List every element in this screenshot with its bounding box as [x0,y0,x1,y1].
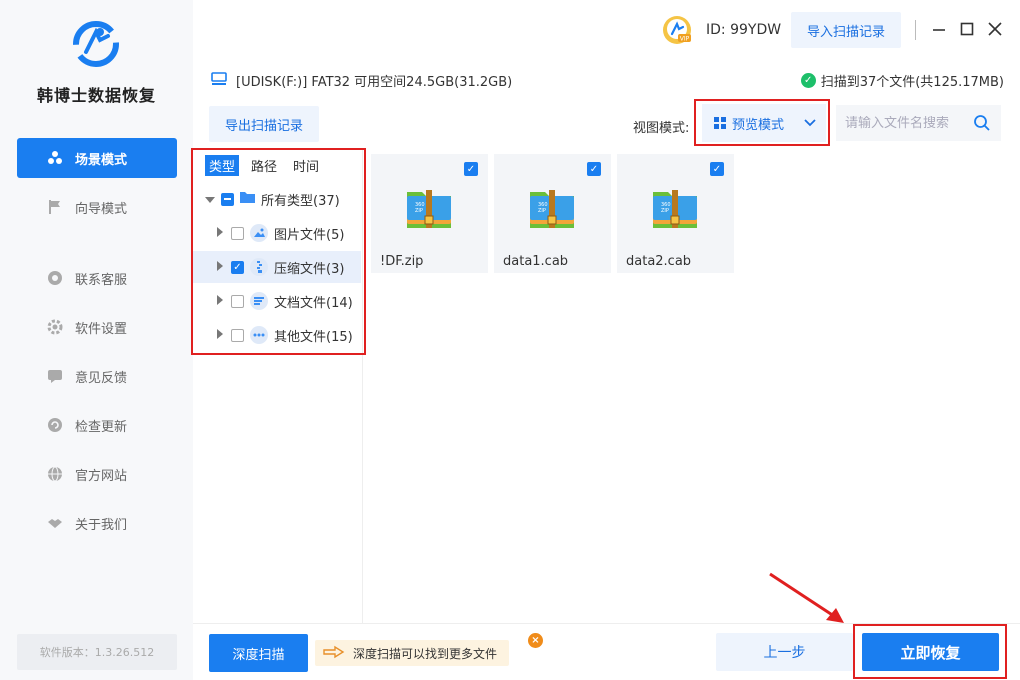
nav-feedback[interactable]: 意见反馈 [17,356,177,396]
nav-label: 向导模式 [75,201,128,217]
file-name: !DF.zip [380,254,424,269]
sidebar: 韩博士数据恢复 场景模式 向导模式 联系客服 软件设置 意见反馈 检查更新 官方… [0,0,193,680]
nav-label: 官方网站 [75,468,128,484]
usb-drive-icon [210,70,228,90]
svg-text:ZIP: ZIP [538,208,546,214]
search-input[interactable] [845,115,970,131]
flag-icon [47,199,63,215]
deep-scan-hint: 深度扫描可以找到更多文件 [315,640,510,666]
hint-text: 深度扫描可以找到更多文件 [353,646,498,661]
highlight-box-view-mode [694,99,830,146]
nav-about-us[interactable]: 关于我们 [17,503,177,543]
divider [915,20,916,40]
file-card[interactable]: ✓ 360 ZIP !DF.zip [371,154,488,273]
nav-official-site[interactable]: 官方网站 [17,454,177,494]
highlight-box-recover [853,624,1007,679]
file-card[interactable]: ✓ 360 ZIP data2.cab [617,154,734,273]
handshake-icon [47,515,63,531]
previous-step-button[interactable]: 上一步 [716,633,853,671]
zip-archive-icon: 360 ZIP [653,190,697,228]
check-circle-icon: ✓ [800,72,816,88]
vip-avatar[interactable]: VIP [662,15,692,45]
nav-label: 检查更新 [75,419,128,435]
headset-icon [47,270,63,286]
drive-info: [UDISK(F:)] FAT32 可用空间24.5GB(31.2GB) [210,70,512,90]
zip-archive-icon: 360 ZIP [407,190,451,228]
file-checkbox[interactable]: ✓ [587,162,601,176]
file-checkbox[interactable]: ✓ [710,162,724,176]
file-name: data1.cab [503,254,569,269]
nav-label: 场景模式 [75,152,128,168]
close-icon[interactable] [986,20,1004,38]
file-checkbox[interactable]: ✓ [464,162,478,176]
user-id: ID: 99YDW [706,22,782,38]
file-card[interactable]: ✓ 360 ZIP data1.cab [494,154,611,273]
chat-icon [47,368,63,384]
drive-info-text: [UDISK(F:)] FAT32 可用空间24.5GB(31.2GB) [236,74,513,90]
import-scan-record-button[interactable]: 导入扫描记录 [791,12,901,48]
version-label: 软件版本：1.3.26.512 [17,634,177,670]
zip-archive-icon: 360 ZIP [530,190,574,228]
deep-scan-button[interactable]: 深度扫描 [209,634,308,672]
svg-text:ZIP: ZIP [415,208,423,214]
nav-label: 关于我们 [75,517,128,533]
file-name: data2.cab [626,254,692,269]
minimize-icon[interactable] [930,20,948,38]
nav-guide-mode[interactable]: 向导模式 [17,187,177,227]
refresh-icon [47,417,63,433]
scan-status: ✓ 扫描到37个文件(共125.17MB) [800,70,1004,90]
nav-scene-mode[interactable]: 场景模式 [17,138,177,178]
search-icon[interactable] [973,114,991,136]
pointing-hand-icon [323,645,345,662]
highlight-box-file-types [191,148,366,355]
svg-text:ZIP: ZIP [661,208,669,214]
scene-icon [47,150,63,166]
scan-result-text: 扫描到37个文件(共125.17MB) [820,74,1004,90]
search-box [836,105,1001,141]
maximize-icon[interactable] [958,20,976,38]
view-mode-label: 视图模式: [633,121,690,136]
app-title: 韩博士数据恢复 [36,86,156,105]
vip-badge: VIP [680,36,690,43]
pointer-arrow [769,572,844,623]
export-scan-record-button[interactable]: 导出扫描记录 [209,106,319,142]
nav-contact-support[interactable]: 联系客服 [17,258,177,298]
hint-close-icon[interactable]: × [528,633,543,648]
nav-check-update[interactable]: 检查更新 [17,405,177,445]
app-logo [73,21,119,67]
nav-label: 软件设置 [75,321,128,337]
globe-icon [47,466,63,482]
nav-label: 联系客服 [75,272,128,288]
gear-icon [47,319,63,335]
nav-settings[interactable]: 软件设置 [17,307,177,347]
nav-label: 意见反馈 [75,370,128,386]
